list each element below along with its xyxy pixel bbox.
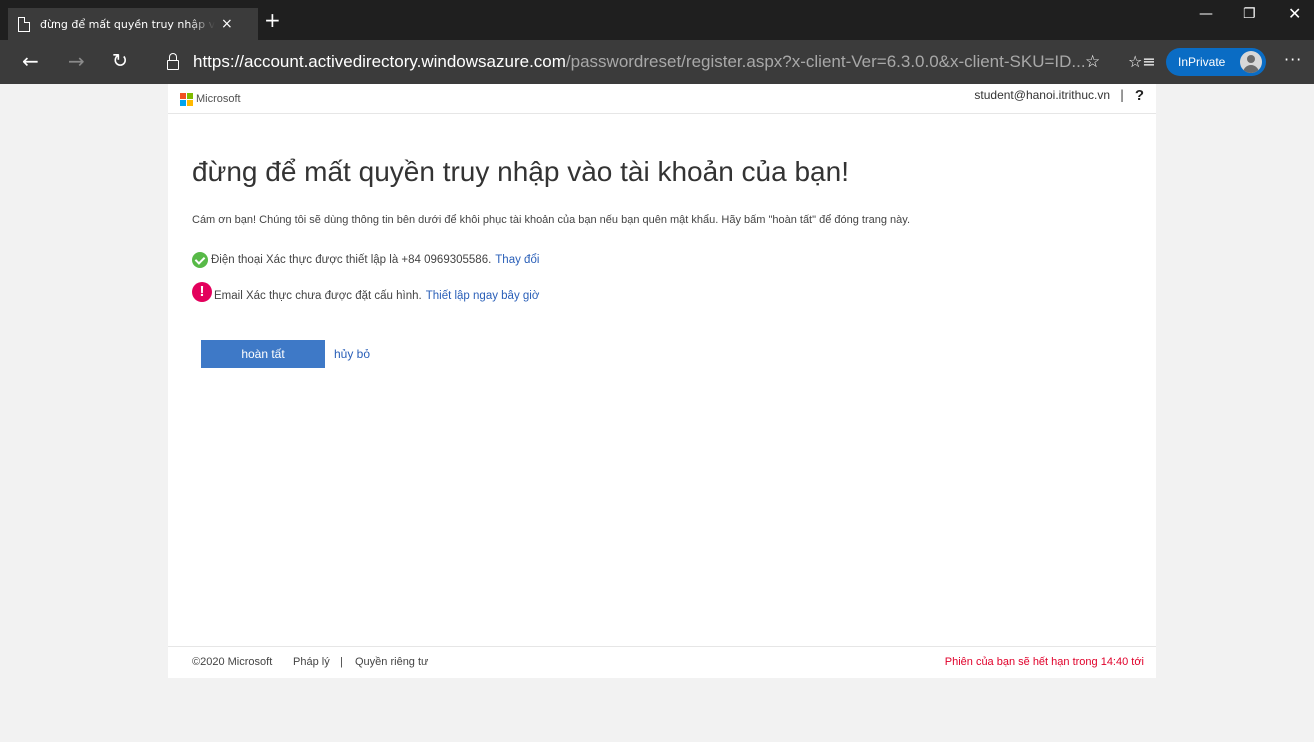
intro-text: Cám ơn bạn! Chúng tôi sẽ dùng thông tin … (192, 214, 910, 226)
header-separator: | (1119, 88, 1124, 102)
page-title: đừng để mất quyền truy nhập vào tài khoả… (192, 156, 849, 187)
browser-navbar: ← → ↻ https://account.activedirectory.wi… (0, 40, 1314, 84)
help-icon[interactable]: ? (1135, 87, 1144, 104)
browser-tab[interactable]: đừng để mất quyền truy nhập vào tài khoả… (8, 8, 258, 40)
page-footer: ©2020 Microsoft Pháp lý | Quyền riêng tư… (168, 646, 1156, 678)
address-bar[interactable]: https://account.activedirectory.windowsa… (155, 48, 1113, 76)
tab-title: đừng để mất quyền truy nhập vào tài khoả… (40, 17, 215, 31)
setup-email-link[interactable]: Thiết lập ngay bây giờ (426, 290, 540, 302)
close-icon[interactable]: ✕ (1288, 4, 1301, 23)
brand-name: Microsoft (196, 93, 241, 105)
more-icon[interactable]: ··· (1284, 50, 1302, 69)
page-card: Microsoft student@hanoi.itrithuc.vn | ? … (168, 84, 1156, 678)
check-circle-icon (192, 252, 208, 268)
forward-icon[interactable]: → (68, 50, 85, 72)
phone-status-row: Điện thoại Xác thực được thiết lập là +8… (192, 252, 539, 268)
user-email[interactable]: student@hanoi.itrithuc.vn (974, 88, 1110, 102)
copyright-text: ©2020 Microsoft (192, 656, 273, 668)
phone-status-text: Điện thoại Xác thực được thiết lập là +8… (211, 254, 492, 266)
restore-icon[interactable]: ❐ (1243, 6, 1256, 22)
change-phone-link[interactable]: Thay đổi (495, 254, 539, 266)
back-icon[interactable]: ← (22, 50, 39, 72)
new-tab-button[interactable]: + (264, 10, 281, 30)
star-icon[interactable]: ☆ (1085, 52, 1100, 72)
cancel-link[interactable]: hủy bỏ (334, 347, 370, 361)
page-header: Microsoft student@hanoi.itrithuc.vn | ? (168, 84, 1156, 114)
url-text: https://account.activedirectory.windowsa… (193, 52, 1086, 72)
lock-icon (167, 53, 179, 70)
legal-link[interactable]: Pháp lý (293, 656, 330, 668)
email-status-row: ! Email Xác thực chưa được đặt cấu hình.… (192, 282, 540, 302)
page-icon (18, 16, 30, 32)
url-host: https://account.activedirectory.windowsa… (193, 52, 566, 71)
inprivate-button[interactable]: InPrivate (1166, 48, 1266, 76)
session-timeout-text: Phiên của bạn sẽ hết hạn trong 14:40 tới (944, 656, 1144, 668)
warning-icon: ! (192, 282, 212, 302)
minimize-icon[interactable]: — (1199, 6, 1213, 22)
tab-close-icon[interactable]: × (221, 16, 233, 32)
footer-separator: | (340, 656, 343, 668)
microsoft-logo-icon (180, 93, 193, 106)
privacy-link[interactable]: Quyền riêng tư (355, 656, 428, 668)
email-status-text: Email Xác thực chưa được đặt cấu hình. (214, 290, 422, 302)
finish-button[interactable]: hoàn tất (201, 340, 325, 368)
favorites-icon[interactable]: ☆≡ (1128, 52, 1156, 71)
url-path: /passwordreset/register.aspx?x-client-Ve… (565, 52, 1086, 71)
refresh-icon[interactable]: ↻ (112, 50, 128, 72)
browser-titlebar: đừng để mất quyền truy nhập vào tài khoả… (0, 0, 1314, 40)
avatar (1240, 51, 1262, 73)
inprivate-label: InPrivate (1178, 55, 1226, 69)
